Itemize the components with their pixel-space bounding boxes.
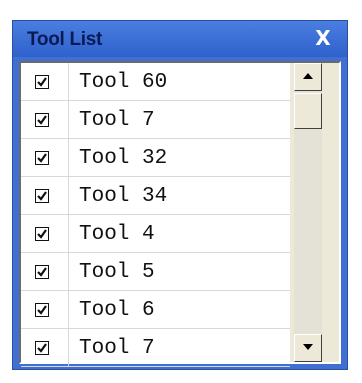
list-item[interactable]: Tool 34 [21, 177, 290, 215]
tool-label: Tool 60 [79, 71, 168, 94]
checkbox-checked-icon[interactable] [35, 341, 49, 355]
checkbox-cell [21, 177, 69, 214]
tool-rows: Tool 60 Tool 7 Tool 32 Tool 34 Tool 4 Tool 5 T… [21, 63, 290, 367]
checkbox-checked-icon[interactable] [35, 75, 49, 89]
tool-label: Tool 7 [79, 109, 155, 132]
tool-label: Tool 7 [79, 337, 155, 360]
arrow-down-icon [303, 344, 313, 350]
tool-label: Tool 34 [79, 185, 168, 208]
tool-list-window: Tool List X Tool 60 Tool 7 Tool 32 Tool 34 T… [12, 20, 348, 370]
checkbox-cell [21, 101, 69, 138]
scroll-thumb[interactable] [294, 93, 322, 129]
checkbox-checked-icon[interactable] [35, 113, 49, 127]
checkbox-cell [21, 139, 69, 176]
checkbox-cell [21, 63, 69, 100]
list-item[interactable]: Tool 7 [21, 329, 290, 367]
vertical-scrollbar[interactable] [290, 63, 339, 362]
list-item[interactable]: Tool 5 [21, 253, 290, 291]
checkbox-cell [21, 253, 69, 290]
tool-label: Tool 4 [79, 223, 155, 246]
checkbox-cell [21, 329, 69, 366]
checkbox-checked-icon[interactable] [35, 265, 49, 279]
tool-label: Tool 32 [79, 147, 168, 170]
checkbox-checked-icon[interactable] [35, 189, 49, 203]
title-bar[interactable]: Tool List X [13, 21, 347, 57]
tool-label: Tool 6 [79, 299, 155, 322]
checkbox-cell [21, 215, 69, 252]
checkbox-cell [21, 291, 69, 328]
close-button[interactable]: X [313, 27, 333, 49]
list-item[interactable]: Tool 60 [21, 63, 290, 101]
checkbox-checked-icon[interactable] [35, 303, 49, 317]
list-item[interactable]: Tool 7 [21, 101, 290, 139]
arrow-up-icon [303, 73, 313, 79]
tool-label: Tool 5 [79, 261, 155, 284]
scroll-down-button[interactable] [294, 334, 322, 362]
list-item[interactable]: Tool 4 [21, 215, 290, 253]
list-item[interactable]: Tool 6 [21, 291, 290, 329]
window-title: Tool List [27, 29, 103, 50]
tool-list: Tool 60 Tool 7 Tool 32 Tool 34 Tool 4 Tool 5 T… [19, 61, 341, 367]
checkbox-checked-icon[interactable] [35, 151, 49, 165]
list-item[interactable]: Tool 32 [21, 139, 290, 177]
scroll-up-button[interactable] [294, 63, 322, 91]
checkbox-checked-icon[interactable] [35, 227, 49, 241]
